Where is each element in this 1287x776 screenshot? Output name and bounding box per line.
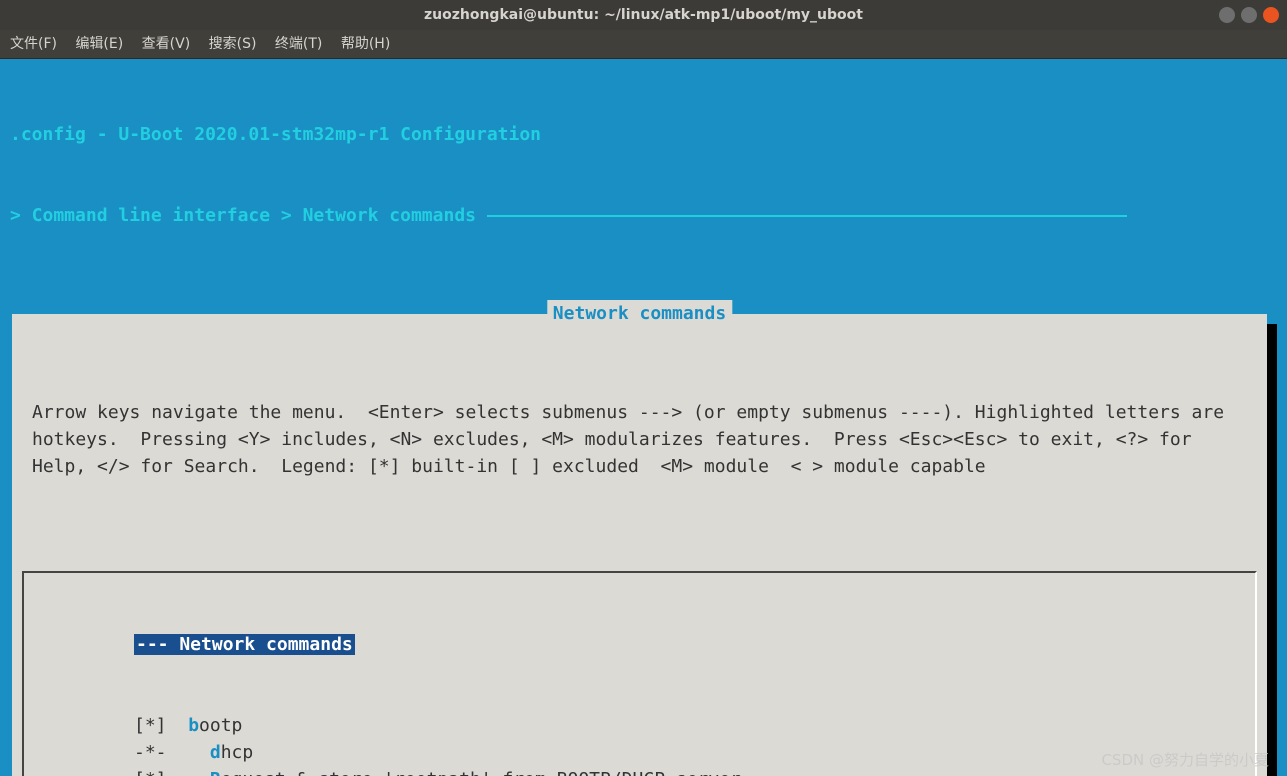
- option-row[interactable]: [*] Request & store 'rootpath' from BOOT…: [24, 766, 1255, 776]
- window-title: zuozhongkai@ubuntu: ~/linux/atk-mp1/uboo…: [424, 7, 863, 23]
- option-hotkey: b: [188, 715, 199, 736]
- close-button[interactable]: [1263, 7, 1279, 23]
- app-menubar: 文件(F) 编辑(E) 查看(V) 搜索(S) 终端(T) 帮助(H): [0, 30, 1287, 59]
- option-hotkey: R: [210, 769, 221, 776]
- menu-file[interactable]: 文件(F): [10, 36, 57, 52]
- watermark: CSDN @努力自学的小夏: [1101, 749, 1269, 770]
- breadcrumb-rule: [487, 215, 1127, 217]
- option-hotkey: d: [210, 742, 221, 763]
- panel-title: Network commands: [547, 300, 732, 327]
- option-mark: -*-: [134, 742, 167, 763]
- section-header-row[interactable]: --- Network commands: [24, 631, 1255, 658]
- option-mark: [*]: [134, 769, 167, 776]
- menu-view[interactable]: 查看(V): [142, 36, 191, 52]
- breadcrumb-text: > Command line interface > Network comma…: [10, 205, 487, 226]
- option-indent: [167, 742, 210, 763]
- option-row[interactable]: -*- dhcp: [24, 739, 1255, 766]
- terminal-window: zuozhongkai@ubuntu: ~/linux/atk-mp1/uboo…: [0, 0, 1287, 776]
- option-mark: [*]: [134, 715, 167, 736]
- menuconfig-panel: Network commands Arrow keys navigate the…: [12, 314, 1267, 776]
- breadcrumb: > Command line interface > Network comma…: [10, 202, 1281, 229]
- window-controls: [1219, 7, 1279, 23]
- maximize-button[interactable]: [1241, 7, 1257, 23]
- panel-help-text: Arrow keys navigate the menu. <Enter> se…: [12, 395, 1267, 486]
- option-row[interactable]: [*] bootp: [24, 712, 1255, 739]
- menu-help[interactable]: 帮助(H): [341, 36, 390, 52]
- minimize-button[interactable]: [1219, 7, 1235, 23]
- section-header-label: --- Network commands: [134, 634, 355, 655]
- menu-terminal[interactable]: 终端(T): [275, 36, 322, 52]
- window-titlebar: zuozhongkai@ubuntu: ~/linux/atk-mp1/uboo…: [0, 0, 1287, 30]
- config-title: .config - U-Boot 2020.01-stm32mp-r1 Conf…: [10, 121, 1281, 148]
- terminal-viewport[interactable]: .config - U-Boot 2020.01-stm32mp-r1 Conf…: [0, 59, 1287, 776]
- option-label: ootp: [199, 715, 242, 736]
- option-indent: [167, 769, 210, 776]
- option-indent: [167, 715, 189, 736]
- menu-edit[interactable]: 编辑(E): [75, 36, 123, 52]
- option-label: hcp: [221, 742, 254, 763]
- menu-search[interactable]: 搜索(S): [209, 36, 257, 52]
- option-list[interactable]: --- Network commands [*] bootp-*- dhcp[*…: [22, 571, 1257, 776]
- option-label: equest & store 'rootpath' from BOOTP/DHC…: [221, 769, 741, 776]
